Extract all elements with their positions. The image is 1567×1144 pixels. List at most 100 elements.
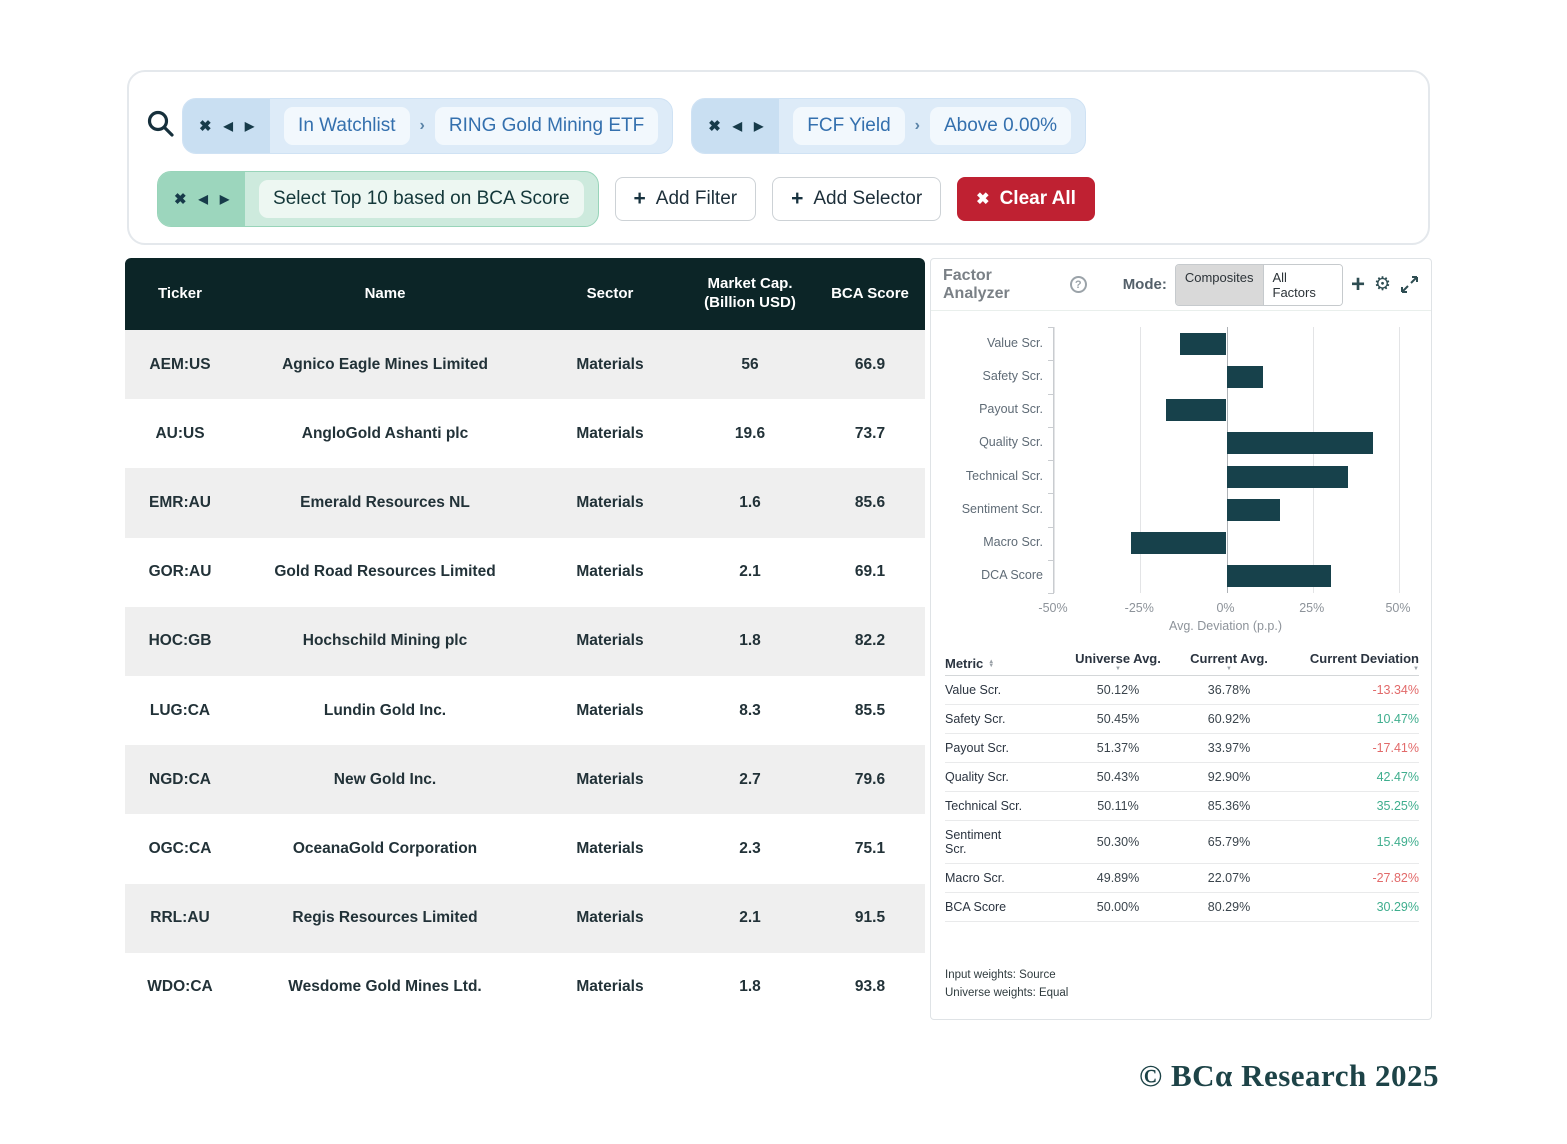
deviation-bar — [1227, 432, 1374, 454]
remove-chip-icon[interactable]: ✖ — [199, 119, 212, 134]
universe-avg-value: 50.12% — [1063, 683, 1173, 697]
panel-title: Factor Analyzer — [943, 267, 1062, 303]
metric-table: Metric ▲▼ Universe Avg. ▼ Current Avg. ▼… — [945, 651, 1419, 922]
metric-row[interactable]: Quality Scr.50.43%92.90%42.47% — [945, 763, 1419, 792]
close-icon: ✖ — [976, 189, 989, 209]
ticker-cell: GOR:AU — [125, 563, 235, 581]
mode-label: Mode: — [1123, 276, 1167, 293]
help-icon[interactable]: ? — [1070, 276, 1087, 293]
gear-icon[interactable]: ⚙ — [1374, 275, 1391, 294]
chip-controls: ✖ ◀ ▶ — [183, 99, 270, 153]
x-tick-label: 0% — [1216, 601, 1234, 615]
metric-row[interactable]: Value Scr.50.12%36.78%-13.34% — [945, 676, 1419, 705]
metric-name: Value Scr. — [945, 683, 1063, 697]
y-axis-tick — [1048, 493, 1054, 494]
column-header-name[interactable]: Name — [235, 285, 535, 304]
remove-chip-icon[interactable]: ✖ — [174, 192, 187, 207]
market-cap-cell: 8.3 — [685, 702, 815, 720]
table-row[interactable]: NGD:CANew Gold Inc.Materials2.779.6 — [125, 745, 925, 814]
move-left-icon[interactable]: ◀ — [224, 120, 233, 132]
sector-cell: Materials — [535, 632, 685, 650]
table-body: AEM:USAgnico Eagle Mines LimitedMaterial… — [125, 330, 925, 1022]
mode-all-factors-button[interactable]: All Factors — [1263, 265, 1342, 305]
deviation-bar — [1227, 366, 1263, 388]
table-row[interactable]: AU:USAngloGold Ashanti plcMaterials19.67… — [125, 399, 925, 468]
add-icon[interactable]: + — [1351, 273, 1365, 297]
table-row[interactable]: EMR:AUEmerald Resources NLMaterials1.685… — [125, 468, 925, 537]
ticker-cell: WDO:CA — [125, 978, 235, 996]
move-left-icon[interactable]: ◀ — [199, 193, 208, 205]
bca-score-cell: 85.5 — [815, 702, 925, 720]
table-row[interactable]: WDO:CAWesdome Gold Mines Ltd.Materials1.… — [125, 953, 925, 1022]
table-row[interactable]: GOR:AUGold Road Resources LimitedMateria… — [125, 538, 925, 607]
metric-row[interactable]: Macro Scr.49.89%22.07%-27.82% — [945, 864, 1419, 893]
metric-row[interactable]: Technical Scr.50.11%85.36%35.25% — [945, 792, 1419, 821]
deviation-bar — [1131, 532, 1227, 554]
sector-cell: Materials — [535, 563, 685, 581]
filter-chip[interactable]: ✖◀▶FCF Yield›Above 0.00% — [691, 98, 1086, 154]
chip-body: In Watchlist›RING Gold Mining ETF — [270, 99, 672, 153]
market-cap-cell: 1.6 — [685, 494, 815, 512]
move-right-icon[interactable]: ▶ — [245, 120, 254, 132]
ticker-cell: AEM:US — [125, 356, 235, 374]
metric-column-header[interactable]: Metric ▲▼ — [945, 656, 1063, 671]
universe-avg-column-header[interactable]: Universe Avg. ▼ — [1063, 651, 1173, 671]
metric-row[interactable]: Safety Scr.50.45%60.92%10.47% — [945, 705, 1419, 734]
current-deviation-value: 10.47% — [1285, 712, 1419, 726]
table-row[interactable]: AEM:USAgnico Eagle Mines LimitedMaterial… — [125, 330, 925, 399]
column-header-ticker[interactable]: Ticker — [125, 285, 235, 304]
deviation-bar — [1180, 333, 1226, 355]
add-filter-button[interactable]: + Add Filter — [615, 177, 757, 221]
copyright: © BCα Research 2025 — [1139, 1058, 1439, 1094]
move-right-icon[interactable]: ▶ — [754, 120, 763, 132]
y-axis-tick — [1048, 593, 1054, 594]
table-row[interactable]: RRL:AURegis Resources LimitedMaterials2.… — [125, 884, 925, 953]
add-selector-button[interactable]: + Add Selector — [772, 177, 941, 221]
column-header-market-cap[interactable]: Market Cap. (Billion USD) — [685, 275, 815, 313]
table-row[interactable]: OGC:CAOceanaGold CorporationMaterials2.3… — [125, 814, 925, 883]
current-deviation-column-header[interactable]: Current Deviation ▼ — [1285, 651, 1419, 671]
table-row[interactable]: LUG:CALundin Gold Inc.Materials8.385.5 — [125, 676, 925, 745]
current-deviation-value: 30.29% — [1285, 900, 1419, 914]
move-right-icon[interactable]: ▶ — [220, 193, 229, 205]
table-row[interactable]: HOC:GBHochschild Mining plcMaterials1.88… — [125, 607, 925, 676]
mode-composites-button[interactable]: Composites — [1176, 265, 1263, 305]
chip-value-label[interactable]: RING Gold Mining ETF — [435, 107, 658, 145]
x-tick-label: -25% — [1125, 601, 1154, 615]
current-avg-column-header[interactable]: Current Avg. ▼ — [1173, 651, 1285, 671]
x-tick-label: 25% — [1299, 601, 1324, 615]
universe-avg-value: 50.30% — [1063, 835, 1173, 849]
factor-analyzer-panel: Factor Analyzer ? Mode: Composites All F… — [930, 258, 1432, 1020]
current-deviation-value: 15.49% — [1285, 835, 1419, 849]
bca-score-cell: 91.5 — [815, 909, 925, 927]
gridline — [1313, 327, 1314, 593]
ticker-cell: NGD:CA — [125, 771, 235, 789]
current-avg-value: 85.36% — [1173, 799, 1285, 813]
chip-field-label[interactable]: Select Top 10 based on BCA Score — [259, 180, 583, 218]
column-header-sector[interactable]: Sector — [535, 285, 685, 304]
x-tick-label: -50% — [1038, 601, 1067, 615]
filter-chip[interactable]: ✖ ◀ ▶ In Watchlist›RING Gold Mining ETF — [182, 98, 673, 154]
column-header-bca-score[interactable]: BCA Score — [815, 285, 925, 304]
selector-chip[interactable]: ✖ ◀ ▶ Select Top 10 based on BCA Score — [157, 171, 599, 227]
chip-field-label[interactable]: FCF Yield — [793, 107, 904, 145]
sector-cell: Materials — [535, 771, 685, 789]
deviation-bar — [1166, 399, 1226, 421]
name-cell: Hochschild Mining plc — [235, 632, 535, 650]
name-cell: Regis Resources Limited — [235, 909, 535, 927]
search-icon[interactable] — [145, 108, 177, 140]
remove-chip-icon[interactable]: ✖ — [708, 119, 721, 134]
metric-row[interactable]: Payout Scr.51.37%33.97%-17.41% — [945, 734, 1419, 763]
metric-row[interactable]: BCA Score50.00%80.29%30.29% — [945, 893, 1419, 922]
clear-all-button[interactable]: ✖ Clear All — [957, 177, 1095, 221]
bca-score-cell: 79.6 — [815, 771, 925, 789]
metric-table-header: Metric ▲▼ Universe Avg. ▼ Current Avg. ▼… — [945, 651, 1419, 676]
move-left-icon[interactable]: ◀ — [733, 120, 742, 132]
expand-icon[interactable] — [1400, 275, 1419, 294]
chip-value-label[interactable]: Above 0.00% — [930, 107, 1071, 145]
metric-row[interactable]: Sentiment Scr.50.30%65.79%15.49% — [945, 821, 1419, 864]
chip-field-label[interactable]: In Watchlist — [284, 107, 410, 145]
metric-name: Payout Scr. — [945, 741, 1063, 755]
panel-icon-group: + ⚙ — [1351, 273, 1419, 297]
y-axis-tick — [1048, 394, 1054, 395]
